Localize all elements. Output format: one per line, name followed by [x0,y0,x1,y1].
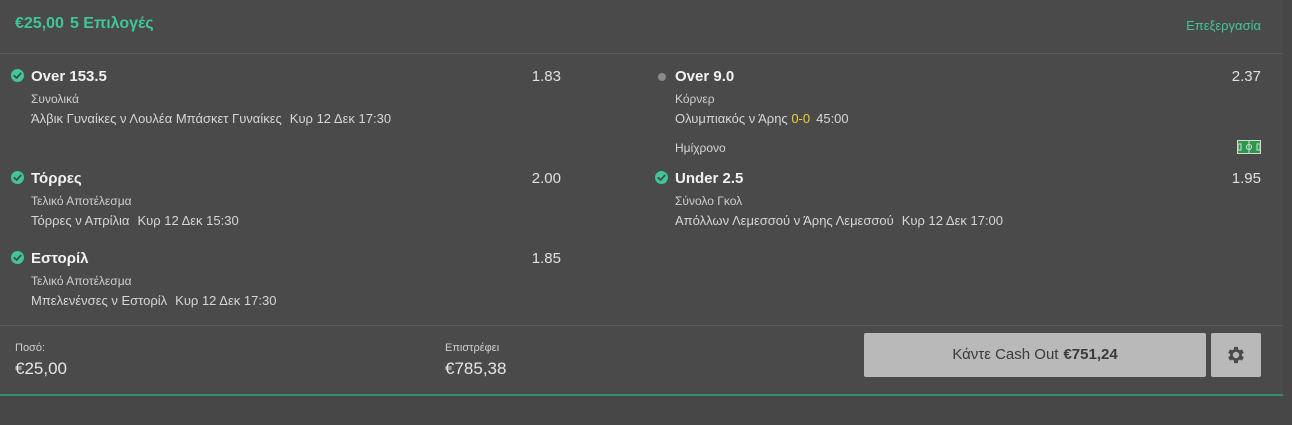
check-circle-icon [655,171,668,184]
selection-item: Under 2.5 1.95 Σύνολο Γκολ Απόλλων Λεμεσ… [655,170,1261,230]
stake-label: Ποσό: [15,342,46,354]
selection-odds: 1.85 [531,250,561,267]
returns-label: Επιστρέφει [445,342,500,354]
match-clock: 45:00 [816,111,849,126]
cashout-button[interactable]: Κάντε Cash Out €751,24 [864,333,1206,377]
selections-count: 5 Επιλογές [69,15,154,32]
returns-value: €785,38 [445,359,507,378]
selection-name: Over 153.5 [31,68,107,85]
selection-name: Εστορίλ [31,250,89,267]
selection-event: Ολυμπιακός ν Άρης 0-0 45:00 [675,111,849,126]
event-name: Άλβικ Γυναίκες ν Λουλέα Μπάσκετ Γυναίκες [31,111,282,126]
event-time: Κυρ 12 Δεκ 15:30 [137,213,239,228]
event-name: Ολυμπιακός ν Άρης [675,111,788,126]
bet-panel: €25,00 5 Επιλογές Επεξεργασία Over 153.5 … [0,0,1283,396]
match-period: Ημίχρονο [675,141,726,155]
page-edge [1283,0,1292,425]
stake-value: €25,00 [15,359,67,378]
bet-title: €25,00 5 Επιλογές [15,15,154,33]
event-name: Μπελενένσες ν Εστορίλ [31,293,168,308]
selection-item: Εστορίλ 1.85 Τελικό Αποτέλεσμα Μπελενένσ… [11,250,561,310]
selection-event: Άλβικ Γυναίκες ν Λουλέα Μπάσκετ Γυναίκες… [31,111,391,126]
check-circle-icon [11,69,24,82]
selection-market: Συνολικά [31,92,79,106]
selection-event: Τόρρες ν Απρίλια Κυρ 12 Δεκ 15:30 [31,213,239,228]
cashout-label: Κάντε Cash Out [952,346,1059,363]
pending-status-icon [658,73,666,81]
event-time: Κυρ 12 Δεκ 17:00 [901,213,1004,228]
selection-market: Κόρνερ [675,92,715,106]
selection-name: Under 2.5 [675,170,744,187]
check-circle-icon [11,171,24,184]
selection-item: Τόρρες 2.00 Τελικό Αποτέλεσμα Τόρρες ν Α… [11,170,561,230]
selection-odds: 1.83 [531,68,561,85]
selection-market: Τελικό Αποτέλεσμα [31,274,132,288]
event-name: Τόρρες ν Απρίλια [31,213,130,228]
cashout-settings-button[interactable] [1211,333,1261,377]
cashout-amount: €751,24 [1063,346,1118,363]
selection-odds: 2.37 [1231,68,1261,85]
event-time: Κυρ 12 Δεκ 17:30 [289,111,392,126]
selection-name: Over 9.0 [675,68,735,85]
selection-name: Τόρρες [31,170,82,187]
event-time: Κυρ 12 Δεκ 17:30 [175,293,277,308]
check-circle-icon [11,251,24,264]
selection-item: Over 153.5 1.83 Συνολικά Άλβικ Γυναίκες … [11,68,561,128]
live-score: 0-0 [791,111,811,126]
selection-market: Τελικό Αποτέλεσμα [31,194,132,208]
event-name: Απόλλων Λεμεσσού ν Άρης Λεμεσσού [675,213,894,228]
selection-event: Απόλλων Λεμεσσού ν Άρης Λεμεσσού Κυρ 12 Δ… [675,213,1003,228]
selection-odds: 1.95 [1231,170,1261,187]
football-pitch-icon[interactable] [1237,140,1261,154]
selection-odds: 2.00 [531,170,561,187]
bet-header: €25,00 5 Επιλογές Επεξεργασία [0,0,1283,54]
edit-link[interactable]: Επεξεργασία [1186,18,1261,33]
selection-item: Over 9.0 2.37 Κόρνερ Ολυμπιακός ν Άρης 0… [655,68,1261,158]
selection-event: Μπελενένσες ν Εστορίλ Κυρ 12 Δεκ 17:30 [31,293,276,308]
selection-market: Σύνολο Γκολ [675,194,743,208]
stake-title: €25,00 [15,15,64,32]
footer-divider [0,325,1283,326]
